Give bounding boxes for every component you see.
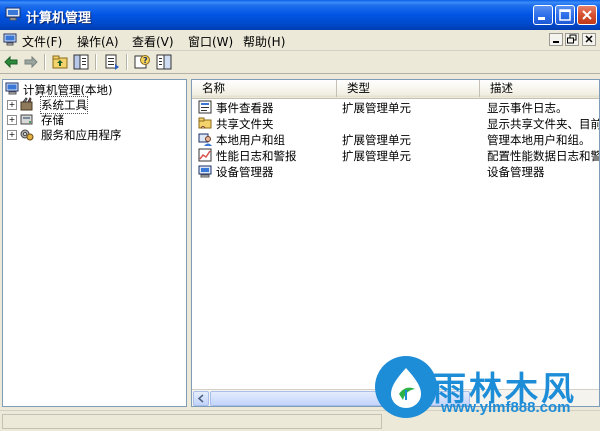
tree-item-services-apps[interactable]: + 服务和应用程序: [3, 127, 183, 142]
performance-logs-icon: [198, 148, 212, 162]
tree-item-storage[interactable]: + 存储: [3, 112, 183, 127]
child-restore-button[interactable]: [565, 33, 579, 46]
menu-bar: 文件(F) 操作(A) 查看(V) 窗口(W) 帮助(H): [0, 30, 600, 51]
list-cell-description: 显示事件日志。: [487, 101, 568, 115]
export-list-icon[interactable]: [104, 54, 120, 70]
child-minimize-button[interactable]: [549, 33, 563, 46]
minimize-button[interactable]: [533, 5, 553, 25]
computer-management-icon: [5, 82, 19, 95]
tree-item-label: 系统工具: [40, 96, 88, 114]
list-cell-name: 设备管理器: [216, 165, 274, 179]
watermark-url: www.ylmf888.com: [441, 399, 571, 416]
menu-action[interactable]: 操作(A): [77, 33, 119, 50]
list-row[interactable]: 事件查看器 扩展管理单元 显示事件日志。: [192, 99, 599, 115]
list-cell-type: 扩展管理单元: [342, 101, 411, 115]
menu-window[interactable]: 窗口(W): [188, 33, 233, 50]
restore-icon: [567, 34, 577, 44]
watermark: 雨林木风 www.ylmf888.com: [375, 356, 597, 418]
list-cell-name: 共享文件夹: [216, 117, 274, 131]
local-users-icon: [198, 133, 212, 146]
chevron-left-icon: [197, 394, 204, 403]
expand-plus-icon[interactable]: +: [7, 115, 17, 125]
menu-help[interactable]: 帮助(H): [243, 33, 285, 50]
services-icon: [20, 129, 34, 141]
tree-item-label: 存储: [41, 113, 64, 127]
maximize-icon: [559, 9, 571, 21]
status-cell: [2, 414, 382, 429]
computer-icon: [5, 7, 21, 21]
properties-icon[interactable]: [156, 54, 172, 70]
toolbar-separator: [126, 54, 128, 70]
back-arrow-icon[interactable]: [3, 54, 19, 70]
forward-arrow-icon[interactable]: [23, 54, 39, 70]
toolbar-separator: [44, 54, 46, 70]
expand-plus-icon[interactable]: +: [7, 100, 17, 110]
list-cell-description: 显示共享文件夹、目前: [487, 117, 600, 131]
menu-file[interactable]: 文件(F): [22, 33, 62, 50]
list-cell-type: 扩展管理单元: [342, 133, 411, 147]
list-cell-description: 设备管理器: [487, 165, 545, 179]
list-row[interactable]: 共享文件夹 显示共享文件夹、目前: [192, 115, 600, 131]
column-header-type[interactable]: 类型: [337, 80, 480, 97]
column-header-name[interactable]: 名称: [192, 80, 337, 97]
minimize-icon: [538, 17, 545, 20]
storage-icon: [20, 114, 33, 125]
list-cell-name: 本地用户和组: [216, 133, 285, 147]
list-row[interactable]: 设备管理器 设备管理器: [192, 163, 599, 179]
minimize-icon: [553, 41, 559, 43]
list-row[interactable]: 性能日志和警报 扩展管理单元 配置性能数据日志和警: [192, 147, 600, 163]
shared-folder-icon: [198, 117, 212, 129]
list-header: 名称 类型 描述: [192, 80, 599, 99]
menu-view[interactable]: 查看(V): [132, 33, 174, 50]
event-viewer-icon: [198, 100, 212, 114]
list-cell-description: 管理本地用户和组。: [487, 133, 591, 147]
maximize-button[interactable]: [555, 5, 575, 25]
window-title: 计算机管理: [26, 11, 92, 26]
toolbar: ?: [0, 51, 600, 74]
console-tree[interactable]: 计算机管理(本地) + 系统工具 + 存储 + 服务和应用程序: [2, 79, 187, 407]
tree-item-root[interactable]: 计算机管理(本地): [3, 82, 183, 97]
system-tools-icon: [20, 97, 33, 111]
ylmf-logo-icon: [375, 356, 437, 418]
title-bar[interactable]: 计算机管理: [0, 0, 600, 30]
list-cell-name: 性能日志和警报: [216, 149, 297, 163]
scroll-left-button[interactable]: [193, 391, 209, 406]
close-icon: [582, 10, 592, 20]
list-row[interactable]: 本地用户和组 扩展管理单元 管理本地用户和组。: [192, 131, 599, 147]
list-cell-description: 配置性能数据日志和警: [487, 149, 600, 163]
svg-text:?: ?: [143, 56, 148, 65]
child-close-button[interactable]: [582, 33, 596, 46]
toolbar-separator: [95, 54, 97, 70]
tree-item-system-tools[interactable]: + 系统工具: [3, 96, 183, 114]
tree-item-label: 服务和应用程序: [41, 128, 122, 142]
list-cell-name: 事件查看器: [216, 101, 274, 115]
show-hide-tree-icon[interactable]: [73, 54, 89, 70]
device-manager-icon: [198, 165, 212, 178]
expand-plus-icon[interactable]: +: [7, 130, 17, 140]
close-button[interactable]: [577, 5, 597, 25]
help-icon[interactable]: ?: [134, 54, 150, 70]
close-icon: [585, 35, 593, 43]
list-cell-type: 扩展管理单元: [342, 149, 411, 163]
up-folder-icon[interactable]: [52, 54, 68, 70]
column-header-description[interactable]: 描述: [480, 80, 599, 97]
computer-icon[interactable]: [3, 33, 17, 46]
tree-item-label: 计算机管理(本地): [23, 83, 113, 97]
computer-management-window: 计算机管理 文件(F) 操作(A) 查看(V) 窗口(W) 帮助(H) ? 计算…: [0, 0, 600, 431]
